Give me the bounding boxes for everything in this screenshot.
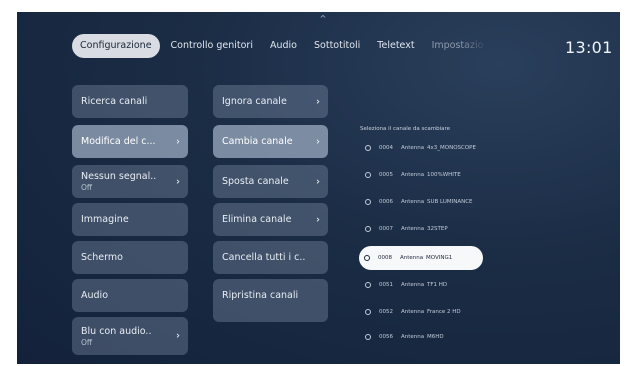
channel-source: Antenna [401, 145, 425, 151]
button-value: Off [81, 183, 93, 192]
button-label: Cancella tutti i c.. [222, 252, 306, 263]
radio-icon [365, 334, 371, 340]
button-label: Elimina canale [222, 214, 292, 225]
menu-tabs: Configurazione Controllo genitori Audio … [72, 34, 494, 58]
tab-audio[interactable]: Audio [264, 34, 303, 58]
nessun-segnale-button[interactable]: Nessun segnal.. Off › [72, 165, 188, 198]
button-label: Modifica del c... [81, 136, 156, 147]
channel-name: SUB LUMINANCE [427, 199, 473, 205]
chevron-right-icon: › [176, 330, 180, 342]
channel-source: Antenna [401, 282, 425, 288]
radio-icon [365, 309, 371, 315]
channel-row[interactable]: 0004 Antenna 4x3_MONOSCOPE [360, 136, 530, 160]
channel-number: 0005 [379, 172, 393, 178]
sposta-canale-button[interactable]: Sposta canale › [213, 165, 328, 198]
tab-teletext[interactable]: Teletext [371, 34, 420, 58]
button-label: Ignora canale [222, 96, 287, 107]
schermo-button[interactable]: Schermo [72, 241, 188, 274]
channel-name: 100%WHITE [427, 172, 461, 178]
cancella-tutti-button[interactable]: Cancella tutti i c.. [213, 241, 328, 274]
channel-source: Antenna [401, 334, 425, 340]
tab-configurazione[interactable]: Configurazione [72, 34, 160, 58]
chevron-right-icon: › [316, 136, 320, 147]
elimina-canale-button[interactable]: Elimina canale › [213, 203, 328, 236]
channel-source: Antenna [401, 172, 425, 178]
button-label: Immagine [81, 214, 129, 225]
channel-name: TF1 HD [427, 282, 448, 288]
ripristina-canali-button[interactable]: Ripristina canali [213, 279, 328, 322]
chevron-right-icon: › [316, 176, 320, 187]
channel-row[interactable]: 0051 Antenna TF1 HD [360, 273, 530, 297]
button-value: Off [81, 337, 93, 347]
channel-row[interactable]: 0006 Antenna SUB LUMINANCE [360, 190, 530, 214]
chevron-right-icon: › [176, 176, 180, 187]
radio-icon [365, 282, 371, 288]
channel-number: 0008 [378, 255, 392, 261]
scroll-up-icon[interactable]: ^ [319, 15, 327, 23]
channel-name: MOVING1 [426, 255, 453, 261]
radio-icon [365, 172, 371, 178]
channel-name: France 2 HD [427, 309, 461, 315]
channel-number: 0056 [379, 334, 393, 340]
channel-name: 32STEP [427, 226, 448, 232]
chevron-right-icon: › [176, 136, 180, 147]
button-label: Blu con audio.. [81, 325, 152, 337]
channel-number: 0007 [379, 226, 393, 232]
tab-sottotitoli[interactable]: Sottotitoli [308, 34, 366, 58]
channel-name: 4x3_MONOSCOPE [427, 145, 476, 151]
channel-list-title: Seleziona il canale da scambiare [360, 126, 451, 132]
channel-row[interactable]: 0052 Antenna France 2 HD [360, 300, 530, 324]
channel-source: Antenna [400, 255, 424, 261]
button-label: Ripristina canali [222, 290, 299, 301]
chevron-right-icon: › [316, 214, 320, 225]
channel-row[interactable]: 0007 Antenna 32STEP [360, 217, 530, 241]
radio-icon [365, 199, 371, 205]
button-label: Cambia canale [222, 136, 293, 147]
blu-con-audio-button[interactable]: Blu con audio.. Off › [72, 317, 188, 355]
channel-row-selected[interactable]: 0008 Antenna MOVING1 [359, 246, 483, 270]
channel-row[interactable]: 0056 Antenna M6HD [360, 325, 530, 349]
tab-controllo-genitori[interactable]: Controllo genitori [165, 34, 259, 58]
radio-icon [365, 226, 371, 232]
radio-icon [364, 255, 370, 261]
button-label: Schermo [81, 252, 123, 263]
channel-number: 0006 [379, 199, 393, 205]
chevron-right-icon: › [316, 96, 320, 107]
channel-source: Antenna [401, 199, 425, 205]
channel-number: 0052 [379, 309, 393, 315]
audio-button[interactable]: Audio [72, 279, 188, 312]
button-label: Nessun segnal.. [81, 171, 157, 182]
clock: 13:01 [565, 38, 613, 57]
channel-source: Antenna [401, 309, 425, 315]
channel-source: Antenna [401, 226, 425, 232]
tv-screen: ^ Configurazione Controllo genitori Audi… [17, 12, 620, 364]
button-label: Sposta canale [222, 176, 289, 187]
ricerca-canali-button[interactable]: Ricerca canali [72, 85, 188, 118]
radio-icon [365, 145, 371, 151]
immagine-button[interactable]: Immagine [72, 203, 188, 236]
channel-number: 0004 [379, 145, 393, 151]
button-label: Audio [81, 290, 109, 301]
button-label: Ricerca canali [81, 96, 148, 107]
channel-name: M6HD [427, 334, 444, 340]
channel-row[interactable]: 0005 Antenna 100%WHITE [360, 163, 530, 187]
channel-number: 0051 [379, 282, 393, 288]
cambia-canale-button[interactable]: Cambia canale › [213, 125, 328, 158]
modifica-canali-button[interactable]: Modifica del c... › [72, 125, 188, 158]
ignora-canale-button[interactable]: Ignora canale › [213, 85, 328, 118]
tab-impostazioni[interactable]: Impostazio [426, 34, 490, 58]
